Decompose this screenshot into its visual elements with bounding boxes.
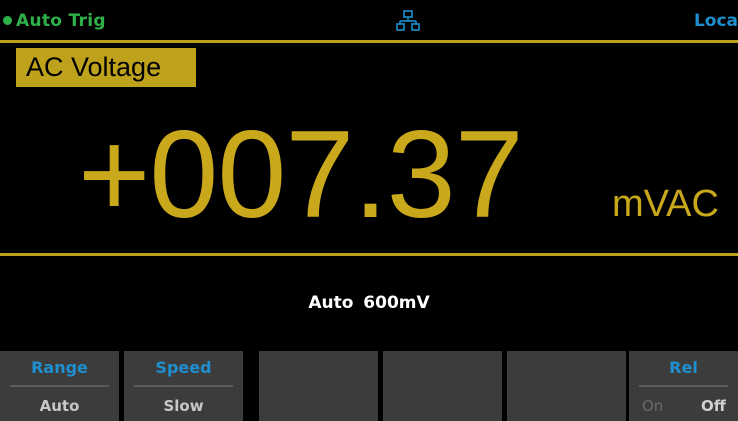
function-label: AC Voltage xyxy=(16,48,196,87)
softkey-title: Rel xyxy=(669,358,698,377)
softkey-title: Speed xyxy=(155,358,212,377)
rel-option-on[interactable]: On xyxy=(642,397,663,415)
softkey-range[interactable]: Range Auto xyxy=(0,351,119,421)
softkey-value: Auto xyxy=(39,397,80,415)
reading-unit: mVAC xyxy=(612,183,719,225)
softkey-separator xyxy=(639,385,728,387)
softkey-value: Slow xyxy=(163,397,204,415)
softkey-4[interactable] xyxy=(383,351,502,421)
softkey-separator xyxy=(10,385,109,387)
remote-state-label: Loca xyxy=(693,11,738,31)
middle-divider xyxy=(0,253,738,256)
trigger-indicator-dot xyxy=(3,16,12,25)
top-divider xyxy=(0,40,738,43)
status-bar: Auto Trig Loca xyxy=(0,0,738,40)
rel-option-off[interactable]: Off xyxy=(701,397,726,415)
softkey-separator xyxy=(134,385,233,387)
dmm-display: Auto Trig Loca AC Voltage +007.37 mVAC A… xyxy=(0,0,738,421)
main-reading: +007.37 xyxy=(78,106,524,244)
softkey-rel[interactable]: Rel On Off xyxy=(629,351,738,421)
trigger-mode-label: Auto Trig xyxy=(16,11,106,31)
softkey-speed[interactable]: Speed Slow xyxy=(124,351,243,421)
softkey-title: Range xyxy=(31,358,88,377)
softkey-3[interactable] xyxy=(259,351,378,421)
network-icon xyxy=(396,10,420,31)
softkey-5[interactable] xyxy=(507,351,626,421)
range-info: Auto 600mV xyxy=(308,293,430,313)
softkey-bar: Range Auto Speed Slow Rel On Off xyxy=(0,351,738,421)
